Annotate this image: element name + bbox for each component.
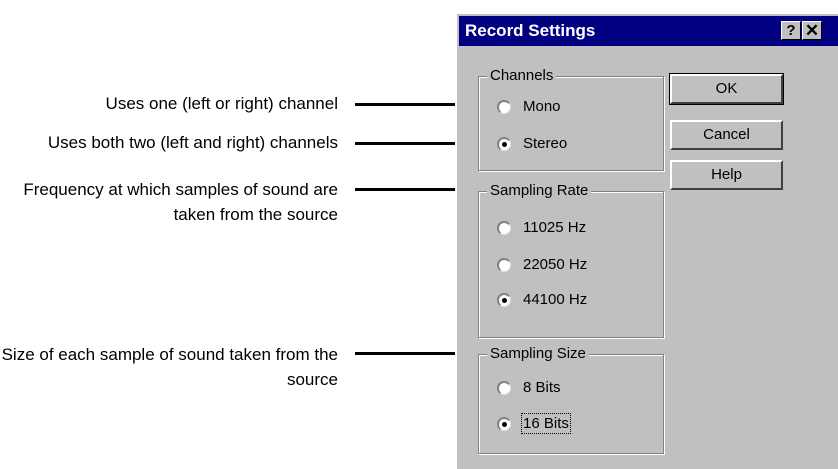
cancel-button[interactable]: Cancel bbox=[670, 120, 783, 150]
sampling-rate-group: Sampling Rate 11025 Hz 22050 Hz 44100 Hz bbox=[478, 181, 664, 338]
radio-16-bits-label[interactable]: 16 Bits bbox=[521, 413, 571, 434]
callout-mono: Uses one (left or right) channel bbox=[105, 94, 338, 113]
radio-16-bits-icon[interactable] bbox=[497, 417, 511, 431]
radio-mono-icon[interactable] bbox=[497, 100, 511, 114]
radio-mono-label[interactable]: Mono bbox=[523, 98, 561, 115]
sampling-rate-legend: Sampling Rate bbox=[487, 181, 592, 201]
help-question-button[interactable]: ? bbox=[781, 21, 801, 40]
radio-11025-icon[interactable] bbox=[497, 221, 511, 235]
radio-22050-icon[interactable] bbox=[497, 258, 511, 272]
help-button[interactable]: Help bbox=[670, 160, 783, 190]
sampling-size-legend: Sampling Size bbox=[487, 344, 589, 364]
channels-legend: Channels bbox=[487, 66, 557, 86]
dialog-title: Record Settings bbox=[465, 21, 596, 40]
close-button[interactable]: ✕ bbox=[802, 21, 822, 40]
radio-8-bits-label[interactable]: 8 Bits bbox=[523, 379, 561, 396]
radio-stereo-label[interactable]: Stereo bbox=[523, 135, 567, 152]
radio-11025-label[interactable]: 11025 Hz bbox=[523, 219, 586, 236]
channels-group: Channels Mono Stereo bbox=[478, 66, 664, 171]
title-bar[interactable]: Record Settings ? ✕ bbox=[459, 16, 838, 46]
radio-44100-icon[interactable] bbox=[497, 293, 511, 307]
callout-sampling-rate: Frequency at which samples of sound are … bbox=[23, 180, 338, 224]
callout-sampling-size: Size of each sample of sound taken from … bbox=[1, 345, 338, 389]
radio-44100-label[interactable]: 44100 Hz bbox=[523, 291, 587, 308]
sampling-size-group: Sampling Size 8 Bits 16 Bits bbox=[478, 344, 664, 454]
radio-22050-label[interactable]: 22050 Hz bbox=[523, 256, 587, 273]
radio-8-bits-icon[interactable] bbox=[497, 381, 511, 395]
ok-button[interactable]: OK bbox=[669, 73, 784, 105]
radio-stereo-icon[interactable] bbox=[497, 137, 511, 151]
callout-stereo: Uses both two (left and right) channels bbox=[47, 133, 338, 152]
record-settings-dialog: Record Settings ? ✕ Channels Mono Stereo… bbox=[455, 12, 838, 469]
